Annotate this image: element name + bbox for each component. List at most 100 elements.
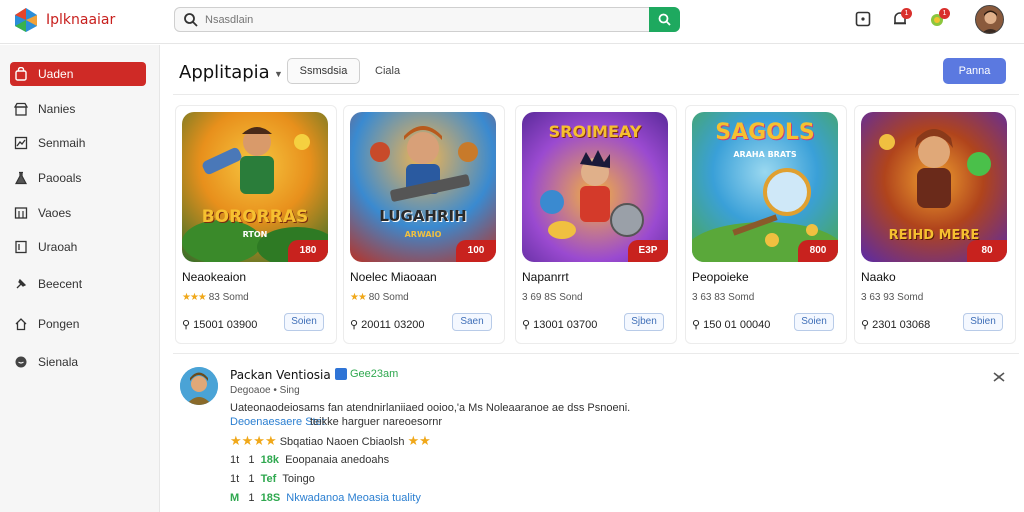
notification-badge: 1 [901, 8, 912, 19]
search-icon [658, 13, 671, 26]
pin-icon [16, 278, 27, 289]
download-icon: ⚲ [692, 319, 701, 331]
stat-value: 18k [260, 454, 279, 466]
sidebar-item-label: Pongen [38, 317, 80, 331]
sidebar-item-label: Nanies [38, 102, 76, 116]
review-stat: 1t 1 18k Eoopanaia anedoahs [230, 454, 389, 466]
price-badge: E3P [628, 240, 668, 262]
get-button[interactable]: Sbien [963, 313, 1003, 331]
get-button[interactable]: Saen [452, 313, 492, 331]
list-icon [15, 240, 27, 254]
download-count: ⚲ 150 01 00040 [692, 318, 770, 331]
app-rating: ★★★ 83 Somd [182, 292, 249, 303]
review-stat: M 1 18S Nkwadanoa Meoasia tuality [230, 492, 421, 504]
download-count: ⚲ 15001 03900 [182, 318, 257, 331]
sidebar-item-paooals[interactable]: Paooals [10, 166, 146, 190]
app-rating: ★★ 80 Somd [350, 292, 409, 303]
category-link[interactable]: Ciala [375, 65, 400, 77]
price-badge: 100 [456, 240, 496, 262]
stat-value: 18S [260, 492, 281, 504]
price-badge: 180 [288, 240, 328, 262]
star-icon: ★★★★ [230, 433, 277, 448]
app-logo-icon[interactable] [14, 7, 38, 33]
user-portrait-icon [976, 6, 1003, 33]
chevron-down-icon[interactable]: ▼ [274, 69, 283, 79]
stat-prefix: 1t [230, 473, 240, 485]
app-thumbnail[interactable]: BORORRAS RTON 180 [182, 112, 328, 262]
filter-button[interactable]: Ssmsdsia [287, 58, 360, 84]
app-card[interactable]: LUGAHRIH ARWAIO 100 Noelec Miaoaan ★★ 80… [343, 105, 505, 344]
rating-value: 3 63 83 [692, 292, 726, 303]
thumbnail-subtitle: ARAHA BRATS [733, 150, 797, 159]
more-options-icon[interactable] [991, 370, 1007, 384]
review-stat: 1t 1 Tef Toingo [230, 473, 315, 485]
divider [173, 94, 1019, 95]
thumbnail-title: SROIMEAY [548, 122, 642, 141]
app-thumbnail[interactable]: SAGOLS ARAHA BRATS 800 [692, 112, 838, 262]
reviewer-avatar[interactable] [180, 367, 218, 405]
rating-text: Sbqatiao Naoen Cbiaolsh [279, 436, 405, 448]
rating-label: Somd [382, 292, 409, 303]
rating-value: 83 [208, 292, 220, 303]
stat-prefix: M [230, 492, 240, 504]
download-value: 2301 03068 [872, 319, 931, 331]
search-input[interactable] [205, 11, 645, 29]
sidebar-item-nanies[interactable]: Nanies [10, 97, 146, 121]
app-card[interactable]: BORORRAS RTON 180 Neaokeaion ★★★ 83 Somd… [175, 105, 337, 344]
reviewer-tag: Gee23am [350, 368, 399, 380]
get-button[interactable]: Soien [794, 313, 834, 331]
download-icon: ⚲ [182, 319, 191, 331]
sidebar-item-beecent[interactable]: Beecent [10, 272, 146, 296]
app-thumbnail[interactable]: REIHD MERE 80 [861, 112, 1007, 262]
thumbnail-title: BORORRAS [201, 207, 309, 227]
download-value: 20011 03200 [361, 319, 425, 331]
get-button[interactable]: Sjben [624, 313, 664, 331]
app-name: Neaokeaion [182, 270, 247, 284]
user-avatar[interactable] [975, 5, 1004, 34]
app-card[interactable]: SAGOLS ARAHA BRATS 800 Peopoieke 3 63 83… [685, 105, 847, 344]
star-icon: ★★ [350, 292, 367, 303]
sidebar-item-uaden[interactable]: Uaden [10, 62, 146, 86]
stat-count: 1 [248, 492, 255, 504]
stat-prefix: 1t [230, 454, 240, 466]
rating-label: Somd [222, 292, 249, 303]
sidebar-item-pongen[interactable]: Pongen [10, 312, 146, 336]
sidebar-item-sienala[interactable]: Sienala [10, 350, 146, 374]
sidebar-item-senmaih[interactable]: Senmaih [10, 131, 146, 155]
sidebar-item-label: Vaoes [38, 206, 72, 220]
chat-icon [15, 356, 27, 368]
rating-label: Sond [559, 292, 583, 303]
rating-value: 3 63 93 [861, 292, 895, 303]
rating-value: 3 69 8S [522, 292, 557, 303]
rating-label: Somd [897, 292, 924, 303]
bag-icon [15, 67, 27, 81]
reviewer-name[interactable]: Packan Ventiosia [230, 368, 331, 382]
app-card[interactable]: REIHD MERE 80 Naako 3 63 93 Somd ⚲ 2301 … [854, 105, 1016, 344]
sidebar-item-label: Uraoah [38, 240, 78, 254]
sidebar-item-label: Senmaih [38, 136, 86, 150]
home-icon [15, 318, 27, 331]
download-value: 15001 03900 [193, 319, 258, 331]
download-icon: ⚲ [861, 319, 870, 331]
primary-action-button[interactable]: Panna [943, 58, 1006, 84]
thumbnail-title: SAGOLS [715, 120, 815, 145]
sidebar-item-vaoes[interactable]: Vaoes [10, 201, 146, 225]
app-name: Naako [861, 270, 896, 284]
chart-icon [14, 136, 28, 150]
app-thumbnail[interactable]: SROIMEAY E3P [522, 112, 668, 262]
app-card[interactable]: SROIMEAY E3P Napanrrt 3 69 8S Sond ⚲ 130… [515, 105, 677, 344]
thumbnail-subtitle: RTON [242, 230, 268, 239]
stat-value: Tef [260, 473, 277, 485]
reviewer-subtitle: Degoaoe • Sing [230, 385, 300, 396]
sidebar-item-uraoah[interactable]: Uraoah [10, 235, 146, 259]
search-submit-button[interactable] [649, 7, 680, 32]
app-name: Napanrrt [522, 270, 569, 284]
alert-badge: 1 [939, 8, 950, 19]
app-rating: 3 69 8S Sond [522, 292, 583, 303]
get-button[interactable]: Soien [284, 313, 324, 331]
sidebar-item-label: Beecent [38, 277, 83, 291]
window-icon[interactable] [854, 10, 872, 28]
app-thumbnail[interactable]: LUGAHRIH ARWAIO 100 [350, 112, 496, 262]
flask-icon [15, 171, 27, 185]
search-bar[interactable] [174, 7, 680, 32]
